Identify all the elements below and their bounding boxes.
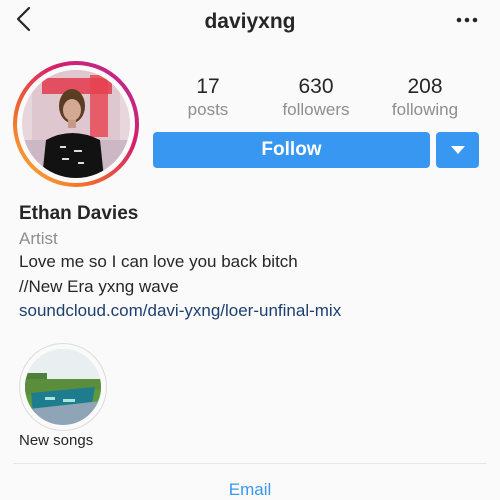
email-button[interactable]: Email	[0, 480, 500, 500]
highlight-cover	[25, 349, 101, 425]
story-highlight[interactable]	[19, 343, 107, 431]
profile-username: daviyxng	[204, 10, 296, 33]
profile-category: Artist	[19, 229, 58, 248]
following-count: 208	[407, 75, 443, 98]
divider	[13, 463, 487, 464]
suggestions-dropdown-button[interactable]	[436, 132, 479, 168]
avatar	[22, 70, 130, 178]
avatar-story-ring[interactable]	[13, 61, 139, 187]
stat-following[interactable]: 208 following	[375, 76, 475, 122]
posts-label: posts	[187, 100, 229, 119]
highlight-photo	[25, 349, 101, 425]
highlight-label: New songs	[19, 432, 94, 449]
stat-followers[interactable]: 630 followers	[266, 76, 366, 122]
follow-button[interactable]: Follow	[153, 132, 430, 168]
more-dots-icon	[456, 17, 478, 23]
posts-count: 17	[196, 75, 220, 98]
following-label: following	[391, 100, 459, 119]
stat-posts[interactable]: 17 posts	[158, 76, 258, 122]
profile-full-name: Ethan Davies	[19, 203, 139, 224]
more-options-button[interactable]	[454, 10, 480, 30]
top-bar: daviyxng	[0, 0, 500, 44]
caret-down-icon	[450, 145, 465, 154]
bio-line: Love me so I can love you back bitch	[19, 252, 298, 271]
profile-website-link[interactable]: soundcloud.com/davi-yxng/loer-unfinal-mi…	[19, 301, 341, 321]
avatar-photo	[22, 70, 130, 178]
bio-line: //New Era yxng wave	[19, 277, 179, 296]
followers-label: followers	[282, 100, 350, 119]
followers-count: 630	[298, 75, 334, 98]
